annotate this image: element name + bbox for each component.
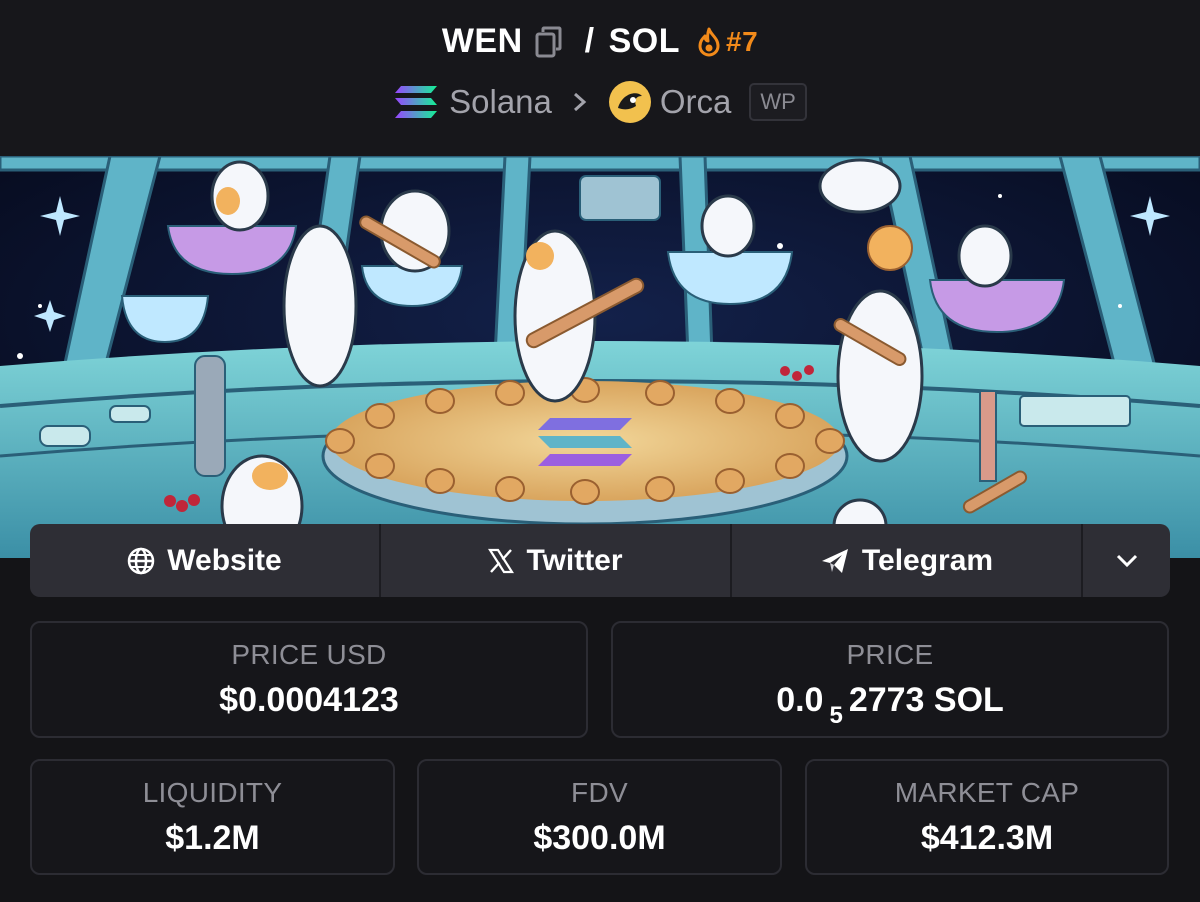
fdv-card: FDV $300.0M bbox=[417, 759, 782, 875]
telegram-icon bbox=[821, 548, 848, 573]
more-links-button[interactable] bbox=[1083, 524, 1170, 597]
pair-separator: / bbox=[584, 22, 595, 60]
twitter-label: Twitter bbox=[526, 543, 623, 577]
price-native-digits: 2773 bbox=[848, 681, 925, 719]
orca-logo bbox=[608, 80, 652, 124]
price-native-value: 0.0 5 2773 SOL bbox=[613, 681, 1167, 729]
price-usd-card: PRICE USD $0.0004123 bbox=[30, 621, 588, 738]
price-usd-label: PRICE USD bbox=[231, 639, 387, 670]
x-icon bbox=[488, 548, 515, 573]
market-cap-value: $412.3M bbox=[920, 819, 1054, 857]
rank-label: #7 bbox=[726, 25, 759, 57]
fire-icon bbox=[698, 27, 720, 56]
chevron-down-icon bbox=[1116, 554, 1137, 567]
social-links-bar: Website Twitter Telegram bbox=[30, 524, 1170, 597]
price-native-unit: SOL bbox=[933, 681, 1004, 719]
token-banner-image bbox=[0, 156, 1200, 558]
trending-rank[interactable]: #7 bbox=[696, 26, 758, 58]
telegram-label: Telegram bbox=[861, 543, 994, 577]
price-usd-value: $0.0004123 bbox=[219, 681, 399, 719]
dex-name[interactable]: Orca bbox=[660, 83, 732, 121]
price-native-prefix: 0.0 bbox=[776, 681, 824, 719]
market-cap-label: MARKET CAP bbox=[894, 777, 1080, 808]
price-native-zero-count: 5 bbox=[829, 702, 843, 729]
base-token: WEN bbox=[441, 22, 523, 60]
solana-logo bbox=[393, 84, 439, 120]
website-label: Website bbox=[167, 543, 282, 577]
market-cap-card: MARKET CAP $412.3M bbox=[805, 759, 1169, 875]
liquidity-label: LIQUIDITY bbox=[142, 777, 283, 808]
telegram-button[interactable]: Telegram bbox=[732, 524, 1083, 597]
pair-title: WEN / SOL #7 bbox=[0, 22, 1200, 61]
quote-token: SOL bbox=[608, 22, 681, 60]
breadcrumb: Solana Orca WP bbox=[0, 80, 1200, 124]
copy-icon[interactable] bbox=[535, 26, 563, 58]
wp-badge[interactable]: WP bbox=[749, 83, 807, 121]
chain-name[interactable]: Solana bbox=[449, 83, 552, 121]
price-native-label: PRICE bbox=[846, 639, 934, 670]
liquidity-value: $1.2M bbox=[165, 819, 260, 857]
twitter-button[interactable]: Twitter bbox=[381, 524, 732, 597]
website-button[interactable]: Website bbox=[30, 524, 381, 597]
chevron-right-icon bbox=[572, 91, 588, 113]
liquidity-card: LIQUIDITY $1.2M bbox=[30, 759, 395, 875]
fdv-label: FDV bbox=[571, 777, 628, 808]
pair-header: WEN / SOL #7 Solana Orca WP bbox=[0, 0, 1200, 156]
globe-icon bbox=[128, 547, 155, 574]
price-native-card: PRICE 0.0 5 2773 SOL bbox=[611, 621, 1169, 738]
fdv-value: $300.0M bbox=[533, 819, 666, 857]
